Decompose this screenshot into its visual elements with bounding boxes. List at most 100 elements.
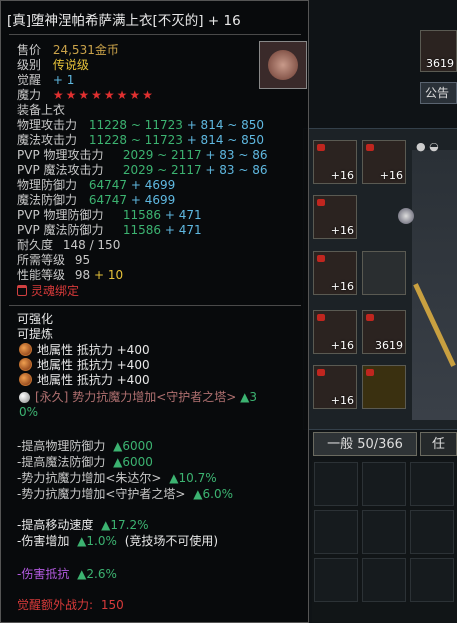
inventory-cell[interactable] (410, 510, 454, 554)
tab-task-inventory[interactable]: 任 (420, 432, 457, 456)
equip-slot-4[interactable]: +16 (313, 251, 357, 295)
refinable-row: 可提炼 (17, 327, 53, 342)
perf-bonus: + 10 (93, 268, 124, 282)
awaken-power-value: 150 (100, 598, 124, 612)
grade-row: 级别 传说级 (17, 58, 89, 73)
permanent-line-wrap: 0% (19, 405, 38, 420)
inventory-cell[interactable] (362, 462, 406, 506)
stat-bonus: + 814 ~ 850 (186, 118, 265, 132)
bonus-line: -提高物理防御力 ▲6000 (17, 439, 153, 454)
perf-value: 98 (74, 268, 91, 282)
stat-base: 64747 (88, 178, 128, 192)
perf-label: 性能等级 (17, 268, 66, 282)
title-divider (9, 34, 301, 35)
price-value: 24,531金币 (52, 43, 119, 57)
stat-base: 11586 (122, 223, 162, 237)
stat-row: PVP 物理防御力 11586 + 471 (17, 208, 202, 223)
magic-label: 魔力 (17, 88, 42, 102)
stat-label: 魔法防御力 (17, 193, 78, 207)
equip-slot-6[interactable]: +16 (313, 310, 357, 354)
req-level-label: 所需等级 (17, 253, 66, 267)
chat-bubble-icon[interactable]: ● ◒ (416, 140, 440, 154)
stat-label: PVP 魔法防御力 (17, 223, 104, 237)
item-enhance-level: + 16 (207, 13, 241, 29)
resist-text: 地属性 抵抗力 +400 (37, 373, 150, 387)
bonus-text: -势力抗魔力增加<守护者之塔> (17, 487, 186, 501)
awaken-power-line: 觉醒额外战力: 150 (17, 598, 124, 613)
dmg-inc-text: -伤害增加 (17, 534, 70, 548)
bonus-value: ▲6000 (113, 455, 153, 469)
enhanceable-label: 可强化 (17, 312, 54, 326)
stat-bonus: + 83 ~ 86 (205, 163, 268, 177)
awaken-label: 觉醒 (17, 73, 42, 87)
equip-slot-5[interactable] (362, 251, 406, 295)
permanent-value-wrap: 0% (19, 405, 39, 419)
stat-label: PVP 物理攻击力 (17, 148, 104, 162)
bonus-text: -提高物理防御力 (17, 439, 106, 453)
perf-row: 性能等级 98 + 10 (17, 268, 123, 283)
orb-icon (19, 358, 32, 371)
resist-text: 地属性 抵抗力 +400 (37, 343, 150, 357)
dmg-inc-line: -伤害增加 ▲1.0% (竞技场不可使用) (17, 534, 218, 549)
tab-task-label: 任 (431, 437, 445, 452)
stat-bonus: + 471 (164, 223, 202, 237)
durability-row: 耐久度 148 / 150 (17, 238, 120, 253)
dmg-inc-value: ▲1.0% (77, 534, 117, 548)
bonus-value: ▲6000 (113, 439, 153, 453)
bonus-line: -势力抗魔力增加<朱达尔> ▲10.7% (17, 471, 217, 486)
stat-row: 魔法攻击力 11228 ~ 11723 + 814 ~ 850 (17, 133, 264, 148)
permanent-line: [永久] 势力抗魔力增加<守护者之塔> ▲3 (19, 390, 257, 405)
tab-general-inventory[interactable]: 一般 50/366 (313, 432, 417, 456)
inventory-cell[interactable] (362, 558, 406, 602)
inventory-cell[interactable] (314, 462, 358, 506)
gear-icon[interactable] (398, 208, 414, 224)
permanent-value: ▲3 (240, 390, 258, 404)
announce-tab-label: 公告 (425, 86, 450, 100)
grade-value: 传说级 (52, 58, 89, 72)
equip-slot-7[interactable]: 3619 (362, 310, 406, 354)
stat-base: 11228 ~ 11723 (88, 133, 183, 147)
equip-slot-2[interactable]: +16 (362, 140, 406, 184)
grade-label: 级别 (17, 58, 42, 72)
inventory-cell[interactable] (314, 510, 358, 554)
stat-bonus: + 471 (164, 208, 202, 222)
move-speed-text: -提高移动速度 (17, 518, 94, 532)
equip-slot-9[interactable] (362, 365, 406, 409)
bonus-line: -提高魔法防御力 ▲6000 (17, 455, 153, 470)
equip-slot-1[interactable]: +16 (313, 140, 357, 184)
dmg-resist-line: -伤害抵抗 ▲2.6% (17, 567, 117, 582)
orb-icon (19, 373, 32, 386)
stat-label: PVP 魔法攻击力 (17, 163, 104, 177)
inventory-cell[interactable] (410, 558, 454, 602)
enhanceable-row: 可强化 (17, 312, 53, 327)
slot-row: 装备上衣 (17, 103, 65, 118)
white-orb-icon (19, 392, 30, 403)
equip-slot-8[interactable]: +16 (313, 365, 357, 409)
tab-general-label: 一般 50/366 (327, 437, 403, 452)
stat-bonus: + 4699 (130, 178, 176, 192)
price-label: 售价 (17, 43, 42, 57)
announce-tab[interactable]: 公告 (420, 82, 457, 104)
slot-label: 装备上衣 (17, 103, 66, 117)
stat-label: 魔法攻击力 (17, 133, 78, 147)
item-tooltip: [真]堕神涅帕希萨满上衣[不灭的] + 16 售价 24,531金币 级别 传说… (0, 0, 309, 623)
item-icon (259, 41, 307, 89)
top-item-slot[interactable]: 3619 (420, 30, 457, 72)
inventory-cell[interactable] (410, 462, 454, 506)
resist-line: 地属性 抵抗力 +400 (19, 343, 150, 358)
section-divider (9, 305, 301, 306)
durability-label: 耐久度 (17, 238, 54, 252)
stat-base: 11586 (122, 208, 162, 222)
stat-base: 2029 ~ 2117 (122, 163, 202, 177)
stat-row: PVP 魔法防御力 11586 + 471 (17, 223, 202, 238)
bonus-text: -提高魔法防御力 (17, 455, 106, 469)
inventory-cell[interactable] (362, 510, 406, 554)
stat-row: PVP 物理攻击力 2029 ~ 2117 + 83 ~ 86 (17, 148, 268, 163)
equip-slot-3[interactable]: +16 (313, 195, 357, 239)
soulbound-row: 灵魂绑定 (17, 284, 79, 299)
dmg-resist-value: ▲2.6% (77, 567, 117, 581)
resist-line: 地属性 抵抗力 +400 (19, 358, 150, 373)
resist-line: 地属性 抵抗力 +400 (19, 373, 150, 388)
bonus-value: ▲6.0% (193, 487, 233, 501)
inventory-cell[interactable] (314, 558, 358, 602)
